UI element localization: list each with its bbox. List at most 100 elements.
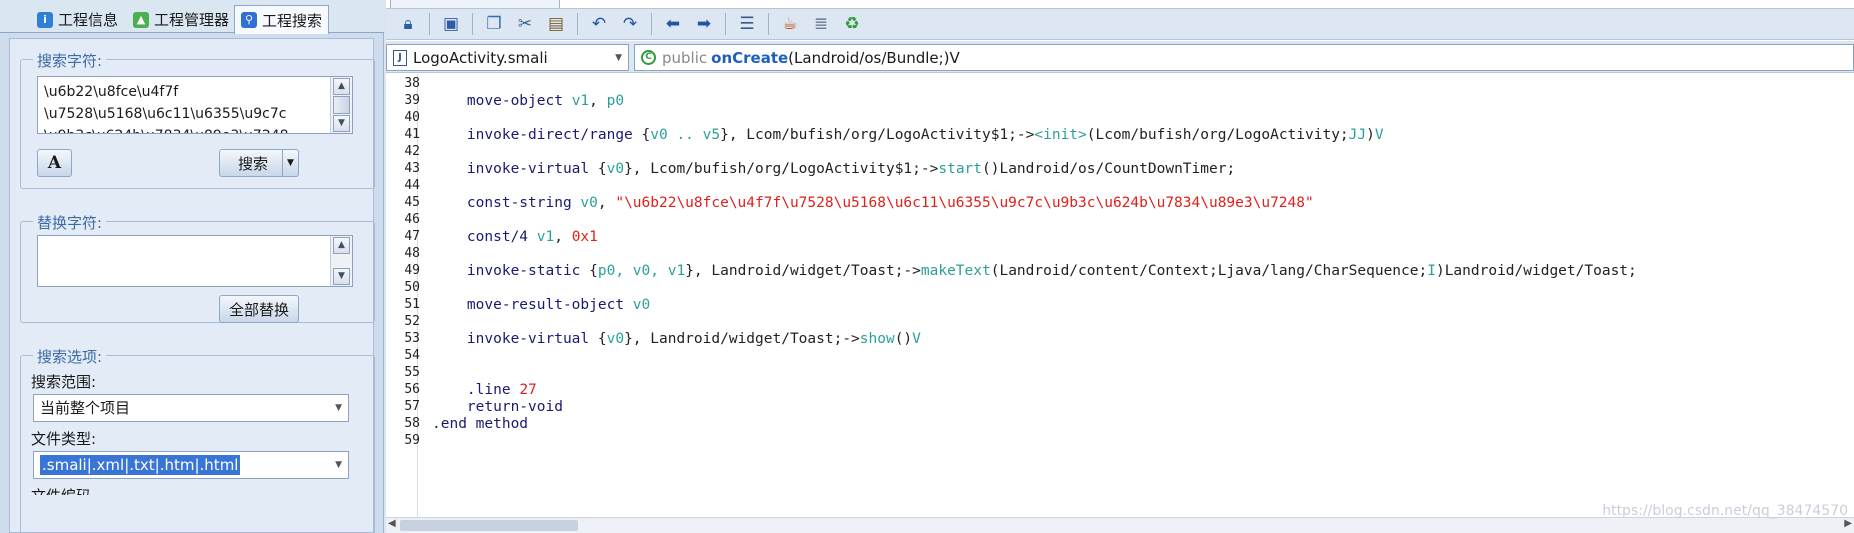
code-token: <init> [1034,127,1087,143]
code-token: v0 [606,331,625,347]
search-text-line: \u6b22\u8fce\u4f7f [44,84,179,100]
cut-icon[interactable]: ✂ [513,12,537,36]
code-token: v0 .. v5 [650,127,721,143]
method-modifier: public [662,48,708,67]
lock-icon[interactable]: 🔒︎ [396,12,420,36]
copy-icon[interactable]: ❐ [482,12,506,36]
code-line: .line 27 [432,382,537,398]
code-line: const-string v0, "\u6b22\u8fce\u4f7f\u75… [432,195,1314,211]
scroll-thumb[interactable] [400,520,578,531]
code-line: move-object v1, p0 [432,93,624,109]
code-editor[interactable]: 38 39 move-object v1, p0 40 41 invoke-direc… [386,74,1854,519]
forward-arrow-icon[interactable]: ➡ [692,12,716,36]
code-token: }, Landroid/widget/Toast;-> [685,263,921,279]
replace-text-scrollbar[interactable]: ▲ ▼ [330,236,352,286]
scroll-right-arrow-icon[interactable]: ▶ [1844,518,1852,529]
code-token: () [894,331,913,347]
code-line: invoke-virtual {v0}, Landroid/widget/Toa… [432,331,921,347]
font-style-button[interactable]: A [37,149,72,177]
replace-all-button[interactable]: 全部替换 [219,295,299,323]
replace-all-label: 全部替换 [228,300,289,319]
code-token: (Lcom/bufish/org/LogoActivity; [1086,127,1349,143]
code-token: return-void [432,399,563,415]
undo-icon[interactable]: ↶ [587,12,611,36]
scroll-left-arrow-icon[interactable]: ◀ [388,518,396,529]
code-token: }, Lcom/bufish/org/LogoActivity$1;-> [720,127,1035,143]
android-debug-icon[interactable]: ♻ [840,12,864,36]
search-text-scrollbar[interactable]: ▲ ▼ [330,77,352,133]
line-number: 48 [404,246,420,261]
line-number: 56 [404,382,420,397]
format-icon[interactable]: ☰ [735,12,759,36]
method-combo[interactable]: C public onCreate (Landroid/os/Bundle;)V [634,44,1854,71]
line-number: 51 [404,297,420,312]
left-tab-strip: i 工程信息 ▲ 工程管理器 ⚲ 工程搜索 [0,0,384,34]
scroll-up-arrow-icon[interactable]: ▲ [333,78,350,95]
replace-text-input[interactable]: ▲ ▼ [37,235,353,287]
line-number: 40 [404,110,420,125]
code-token: 27 [519,382,537,398]
java-icon[interactable]: ☕ [778,12,802,36]
code-token: show [859,331,895,347]
editor-toolbar: 🔒︎ ▣ ❐ ✂ ▤ ↶ ↷ ⬅ ➡ ☰ ☕ ≣ ♻ [386,8,1854,40]
code-token: }, Lcom/bufish/org/LogoActivity$1;-> [624,161,939,177]
java-file-icon: J [393,49,407,66]
code-token: , [589,93,607,109]
filetype-select[interactable]: .smali|.xml|.txt|.htm|.html ▼ [33,451,349,479]
search-text-line: \u9b3c\u624b\u7834\u89e3\u7248 [44,125,346,133]
code-token: invoke-direct/range [432,127,642,143]
editor-horizontal-scrollbar[interactable]: ◀ ▶ [386,517,1854,533]
toolbar-separator [472,13,473,35]
android-icon: ▲ [133,11,149,28]
code-token: 0x1 [571,229,598,245]
scroll-down-arrow-icon[interactable]: ▼ [333,115,350,132]
line-number: 39 [404,93,420,108]
scroll-up-arrow-icon[interactable]: ▲ [333,237,350,254]
save-icon[interactable]: ▣ [439,12,463,36]
search-dropdown-arrow-icon[interactable]: ▼ [282,150,298,176]
redo-icon[interactable]: ↷ [618,12,642,36]
file-combo[interactable]: J LogoActivity.smali ▼ [386,44,629,71]
code-token: p0, v0, v1 [597,263,686,279]
code-token: }, Landroid/widget/Toast;-> [624,331,860,347]
line-number: 53 [404,331,420,346]
tab-project-manager[interactable]: ▲ 工程管理器 [126,5,236,33]
list-icon[interactable]: ≣ [809,12,833,36]
scope-value: 当前整个项目 [40,399,131,417]
method-name: onCreate [711,48,789,67]
line-number: 59 [404,433,420,448]
tab-project-search[interactable]: ⚲ 工程搜索 [234,5,330,34]
app-window: i 工程信息 ▲ 工程管理器 ⚲ 工程搜索 搜索字符: \u6b22\u8fce… [0,0,1854,533]
line-number: 58 [404,416,420,431]
paste-icon[interactable]: ▤ [544,12,568,36]
tab-project-info[interactable]: i 工程信息 [30,5,125,33]
code-token: { [597,161,607,177]
toolbar-separator [429,13,430,35]
line-number: 42 [404,144,420,159]
code-line: return-void [432,399,563,415]
search-text-line: \u7528\u5168\u6c11\u6355\u9c7c [44,106,287,122]
line-number: 44 [404,178,420,193]
code-token: v1 [536,229,555,245]
scroll-thumb[interactable] [333,96,350,114]
scroll-down-arrow-icon[interactable]: ▼ [333,268,350,285]
search-text-input[interactable]: \u6b22\u8fce\u4f7f \u7528\u5168\u6c11\u6… [37,76,353,134]
scope-select[interactable]: 当前整个项目 ▼ [33,394,349,422]
search-button[interactable]: 搜索 ▼ [219,149,299,177]
code-line: move-result-object v0 [432,297,650,313]
code-token: v0 [632,297,651,313]
left-panel: i 工程信息 ▲ 工程管理器 ⚲ 工程搜索 搜索字符: \u6b22\u8fce… [0,0,384,533]
code-token: V [912,331,921,347]
code-token: move-result-object [432,297,633,313]
method-public-icon: C [641,50,656,65]
code-token: (Landroid/content/Context;Ljava/lang/Cha… [990,263,1428,279]
code-token: JJ [1348,127,1367,143]
filetype-label: 文件类型: [31,430,97,448]
code-token: invoke-virtual [432,161,598,177]
replace-group-title: 替换字符: [33,212,107,233]
tab-label: 工程信息 [58,11,119,29]
code-token: .line [432,382,520,398]
line-number: 41 [404,127,420,142]
back-arrow-icon[interactable]: ⬅ [661,12,685,36]
code-line: const/4 v1, 0x1 [432,229,598,245]
